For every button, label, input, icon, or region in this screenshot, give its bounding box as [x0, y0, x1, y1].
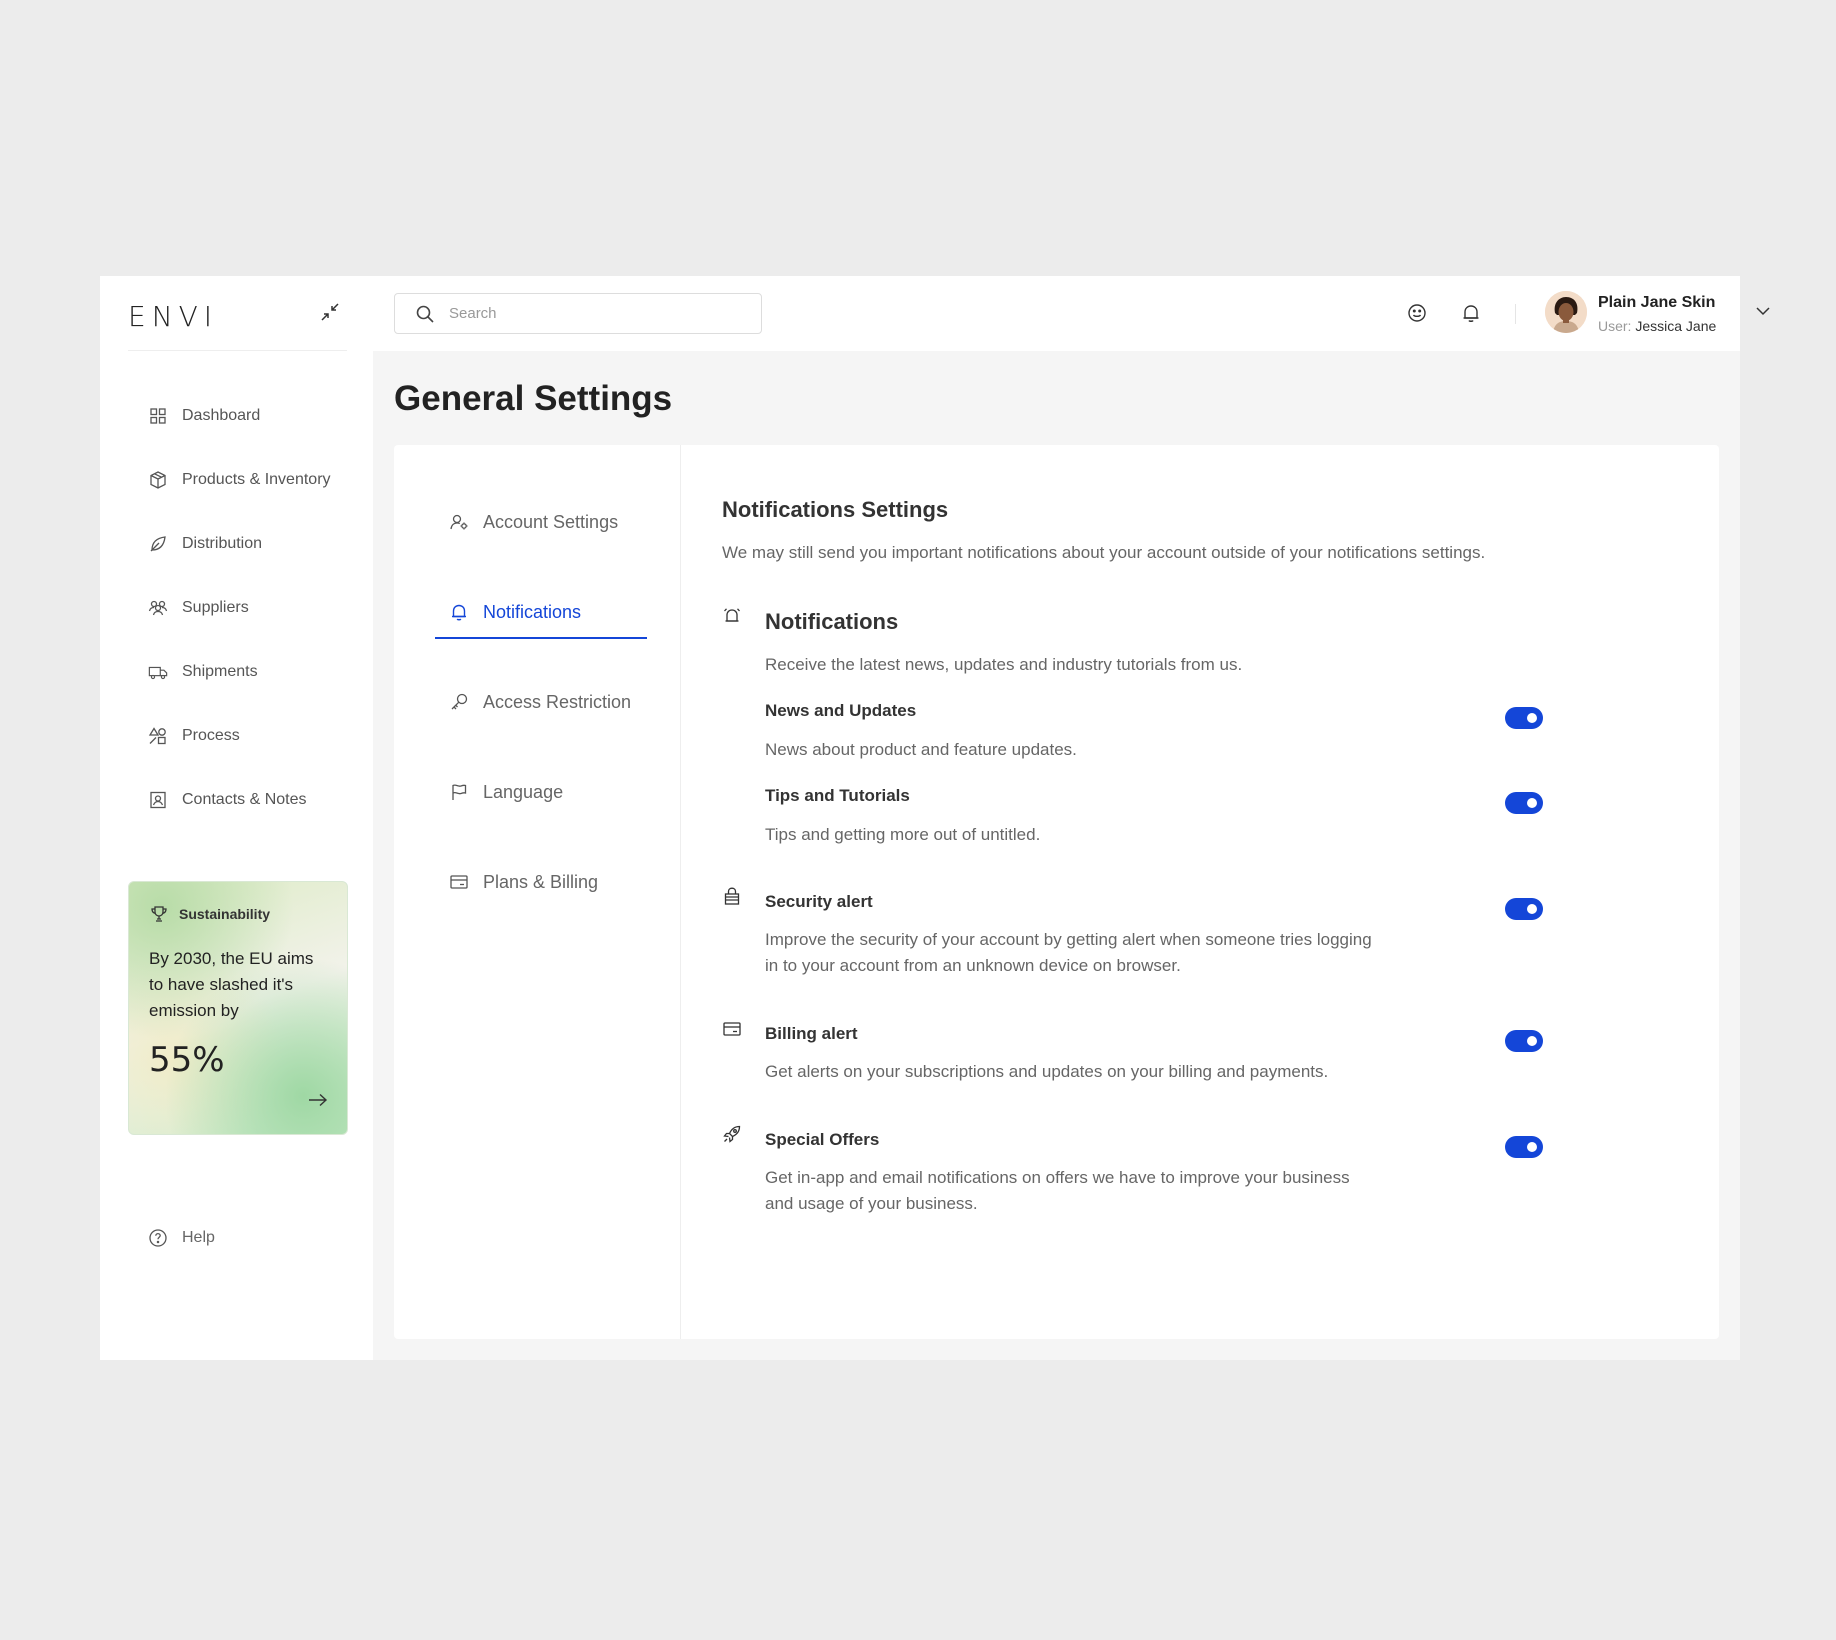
notifications-group-description: Receive the latest news, updates and ind…: [765, 655, 1243, 674]
sidebar-item-label: Process: [182, 727, 240, 744]
search-input[interactable]: [447, 304, 751, 323]
tips-tutorials-title: Tips and Tutorials: [765, 786, 910, 805]
arrow-right-icon[interactable]: [307, 1092, 329, 1108]
news-updates-description: News about product and feature updates.: [765, 740, 1077, 759]
tab-account-settings[interactable]: Account Settings: [435, 497, 647, 547]
avatar[interactable]: [1545, 291, 1587, 333]
sidebar-item-distribution[interactable]: Distribution: [100, 512, 373, 576]
page-title: General Settings: [394, 379, 673, 418]
special-offers-description: Get in-app and email notifications on of…: [765, 1168, 1350, 1213]
help-label: Help: [182, 1229, 215, 1246]
news-updates-toggle[interactable]: [1505, 707, 1543, 729]
users-icon: [148, 598, 168, 618]
app-logo: ENVI: [128, 300, 219, 333]
security-alert-title: Security alert: [765, 892, 873, 911]
bell-icon: [452, 604, 466, 621]
sidebar-item-suppliers[interactable]: Suppliers: [100, 576, 373, 640]
billing-alert-description: Get alerts on your subscriptions and upd…: [765, 1062, 1329, 1081]
sidebar-item-shipments[interactable]: Shipments: [100, 640, 373, 704]
help-link[interactable]: Help: [148, 1228, 215, 1248]
tab-label: Language: [483, 781, 564, 802]
promo-text: By 2030, the EU aims to have slashed it'…: [149, 949, 314, 1020]
sidebar-item-label: Dashboard: [182, 407, 261, 424]
tips-tutorials-toggle[interactable]: [1505, 792, 1543, 814]
tab-label: Access Restriction: [483, 691, 632, 712]
settings-subnav: Account Settings Notifications Access Re…: [394, 445, 681, 1339]
user-name: Plain Jane Skin: [1598, 294, 1716, 311]
tab-label: Account Settings: [483, 511, 619, 532]
lock-icon: [724, 887, 740, 905]
tips-tutorials-description: Tips and getting more out of untitled.: [765, 825, 1041, 844]
box-icon: [148, 470, 168, 490]
smiley-icon[interactable]: [1406, 302, 1428, 324]
sidebar-item-dashboard[interactable]: Dashboard: [100, 384, 373, 448]
special-offers-title: Special Offers: [765, 1130, 880, 1149]
trophy-icon: [151, 906, 167, 922]
sidebar-item-label: Contacts & Notes: [182, 791, 307, 808]
section-title: Notifications Settings: [722, 497, 949, 522]
billing-alert-title: Billing alert: [765, 1024, 858, 1043]
contact-icon: [148, 790, 168, 810]
promo-header: Sustainability: [149, 904, 270, 924]
promo-heading: Sustainability: [179, 906, 271, 922]
bell-icon[interactable]: [1460, 302, 1482, 324]
tab-label: Plans & Billing: [483, 871, 599, 892]
news-updates-title: News and Updates: [765, 701, 917, 720]
tab-language[interactable]: Language: [435, 767, 647, 817]
user-role: User: Jessica Jane: [1598, 318, 1716, 334]
notifications-settings-panel: Notifications Settings We may still send…: [722, 445, 1702, 1339]
grid-icon: [148, 406, 168, 426]
key-icon: [451, 693, 468, 710]
sidebar-nav: Dashboard Products & Inventory Distribut…: [100, 384, 373, 832]
shapes-icon: [148, 726, 168, 746]
card-icon: [450, 875, 468, 889]
topbar-divider: [1515, 304, 1516, 324]
sidebar-item-process[interactable]: Process: [100, 704, 373, 768]
user-role-prefix: User:: [1598, 318, 1632, 334]
section-description: We may still send you important notifica…: [722, 543, 1486, 562]
promo-value: 55%: [149, 1040, 225, 1080]
app-window: ENVI Dashboard Products & Inventory Dist…: [100, 276, 1770, 1360]
security-alert-toggle[interactable]: [1505, 898, 1543, 920]
chevron-down-icon[interactable]: [1753, 301, 1773, 321]
truck-icon: [148, 662, 168, 682]
user-gear-icon: [450, 514, 468, 530]
security-alert-description: Improve the security of your account by …: [765, 930, 1372, 975]
sidebar-item-label: Distribution: [182, 535, 263, 552]
tab-plans-billing[interactable]: Plans & Billing: [435, 857, 647, 907]
card-icon: [723, 1022, 741, 1036]
search-icon: [416, 305, 434, 323]
main-content: General Settings Account Settings Notifi…: [373, 351, 1740, 1360]
search-box: [394, 293, 762, 334]
flag-icon: [452, 784, 467, 800]
collapse-icon[interactable]: [318, 300, 342, 324]
sustainability-card: Sustainability By 2030, the EU aims to h…: [128, 881, 348, 1135]
tab-access-restriction[interactable]: Access Restriction: [435, 677, 647, 727]
help-icon: [149, 1229, 167, 1247]
special-offers-toggle[interactable]: [1505, 1136, 1543, 1158]
sidebar-item-contacts-notes[interactable]: Contacts & Notes: [100, 768, 373, 832]
sidebar-divider: [128, 350, 347, 351]
sidebar-item-products-inventory[interactable]: Products & Inventory: [100, 448, 373, 512]
settings-card: Account Settings Notifications Access Re…: [394, 445, 1719, 1339]
top-bar: Plain Jane Skin User: Jessica Jane: [373, 276, 1770, 351]
rocket-icon: [723, 1125, 741, 1143]
tab-label: Notifications: [483, 601, 582, 622]
sidebar-item-label: Suppliers: [182, 599, 249, 616]
leaf-icon: [148, 534, 168, 554]
alarm-bell-icon: [724, 608, 740, 622]
sidebar: ENVI Dashboard Products & Inventory Dist…: [100, 276, 373, 1360]
billing-alert-toggle[interactable]: [1505, 1030, 1543, 1052]
sidebar-item-label: Products & Inventory: [182, 471, 331, 488]
sidebar-item-label: Shipments: [182, 663, 258, 680]
notifications-group-title: Notifications: [765, 609, 899, 634]
tab-notifications[interactable]: Notifications: [435, 587, 647, 639]
user-role-name: Jessica Jane: [1635, 318, 1717, 334]
